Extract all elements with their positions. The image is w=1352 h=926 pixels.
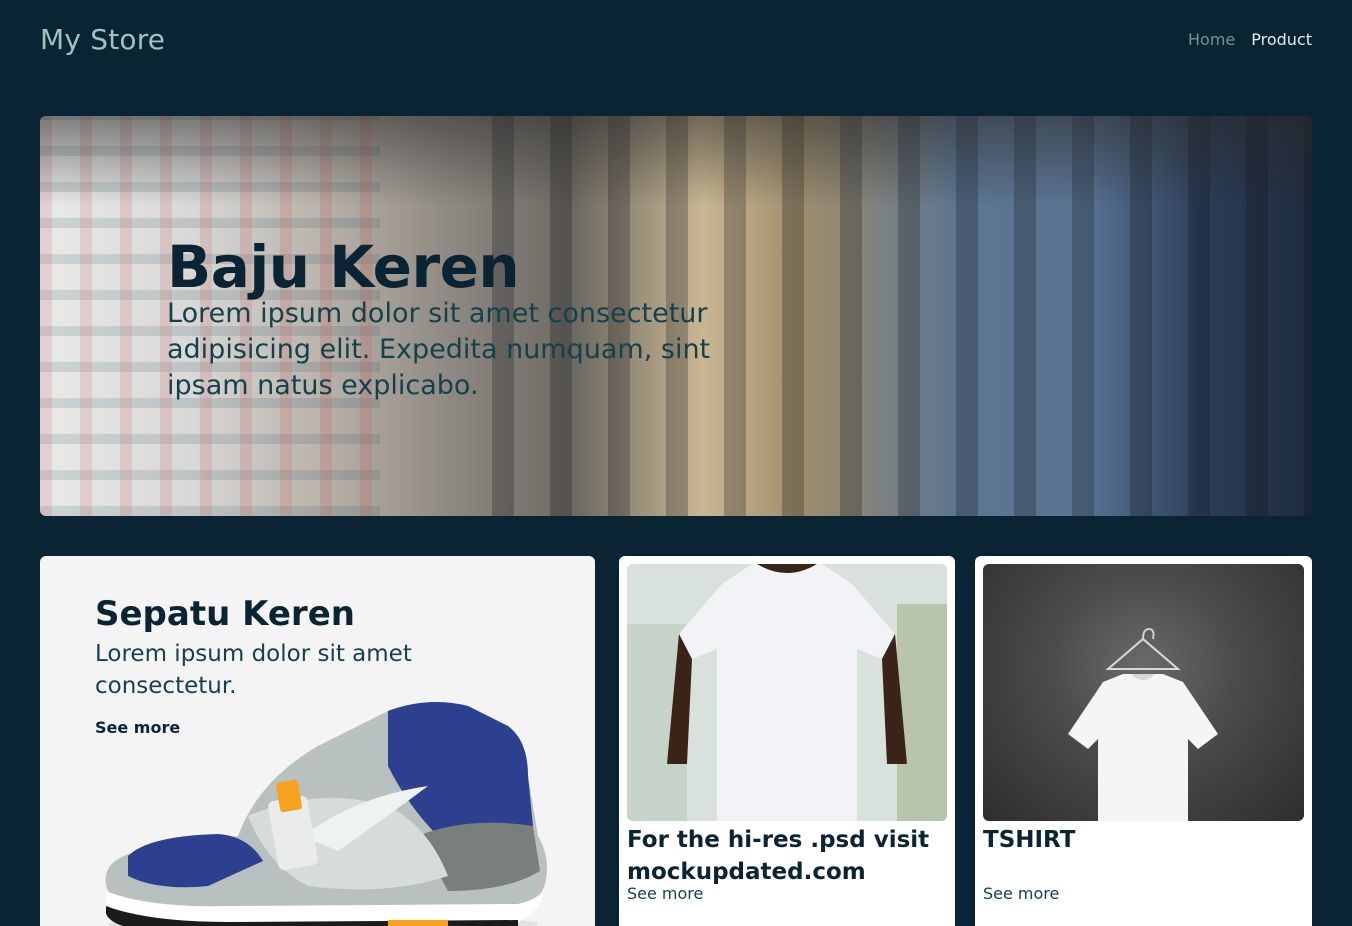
featured-product-card: Sepatu Keren Lorem ipsum dolor sit amet …	[40, 556, 595, 926]
store-logo[interactable]: My Store	[40, 23, 165, 56]
product-card: For the hi-res .psd visit mockupdated.co…	[619, 556, 955, 926]
hero-background-shade	[40, 116, 1312, 206]
product-image-hanging-tshirt	[983, 564, 1304, 821]
nav-link-home[interactable]: Home	[1188, 30, 1235, 49]
product-image-model-tshirt	[627, 564, 947, 821]
nav-link-product[interactable]: Product	[1251, 30, 1312, 49]
product-see-more-link[interactable]: See more	[627, 884, 703, 903]
hero-title: Baju Keren	[167, 233, 520, 301]
featured-description: Lorem ipsum dolor sit amet consectetur.	[95, 641, 412, 699]
product-card: TSHIRT See more	[975, 556, 1312, 926]
product-title: For the hi-res .psd visit mockupdated.co…	[627, 827, 930, 885]
product-title: TSHIRT	[983, 827, 1076, 853]
product-see-more-link[interactable]: See more	[983, 884, 1059, 903]
site-header: My Store Home Product	[40, 0, 1312, 78]
main-nav: Home Product	[1188, 30, 1312, 49]
hero-text: Baju Keren Lorem ipsum dolor sit amet co…	[167, 234, 767, 404]
featured-title: Sepatu Keren	[95, 594, 355, 634]
hero-banner: Baju Keren Lorem ipsum dolor sit amet co…	[40, 116, 1312, 516]
featured-see-more-link[interactable]: See more	[95, 718, 180, 737]
hero-description: Lorem ipsum dolor sit amet consectetur a…	[167, 298, 711, 401]
